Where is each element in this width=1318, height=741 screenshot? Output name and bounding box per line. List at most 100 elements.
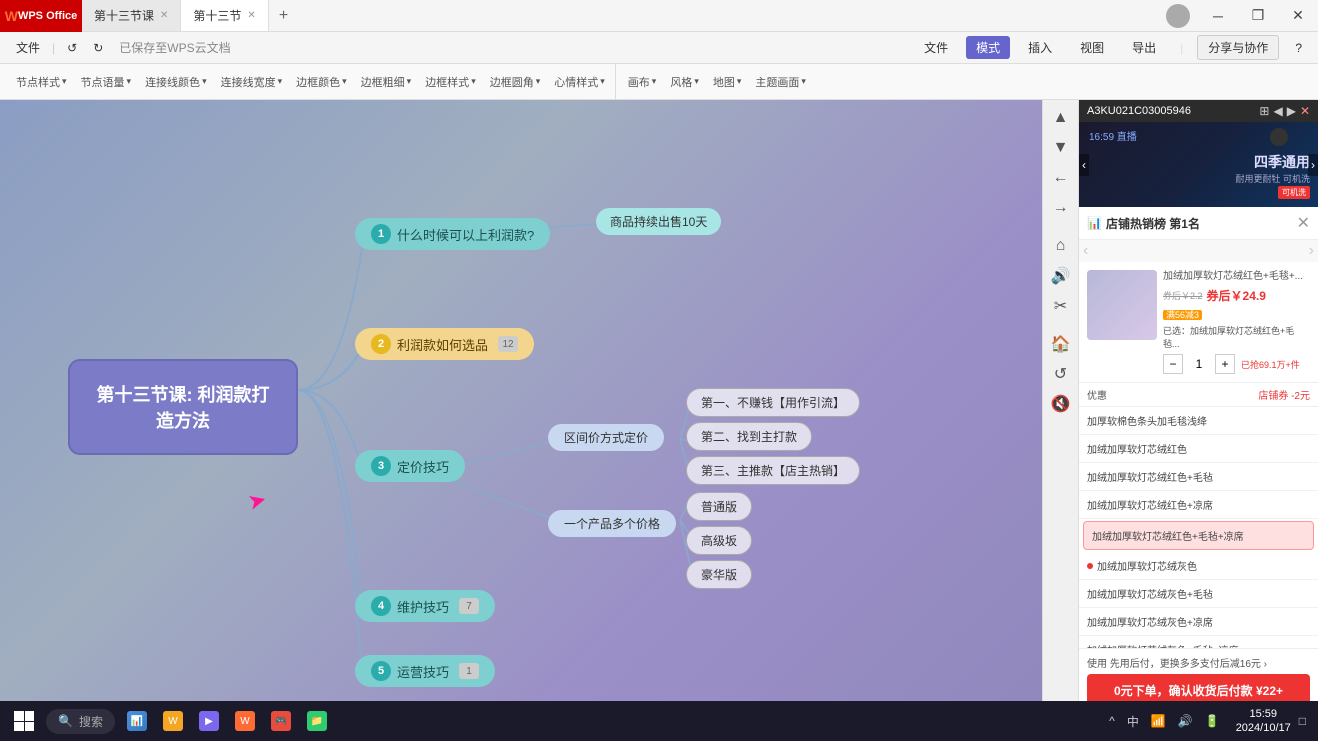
menu-file[interactable]: 文件 — [8, 35, 48, 60]
menu-export[interactable]: 导出 — [1122, 36, 1166, 59]
node-5[interactable]: 5 运营技巧 1 — [355, 655, 495, 687]
option-6[interactable]: 加绒加厚软灯芯绒灰色+毛毡 — [1079, 580, 1318, 608]
panel-header: A3KU021C03005946 ⊞ ◀ ▶ ✕ — [1079, 100, 1318, 122]
qty-increase[interactable]: + — [1215, 354, 1235, 374]
option-8[interactable]: 加绒加厚软灯芯绒灰色+毛毡+凉席 — [1079, 636, 1318, 648]
option-1[interactable]: 加绒加厚软灯芯绒红色 — [1079, 435, 1318, 463]
node-5-badge: 1 — [459, 663, 479, 679]
search-bar[interactable]: 🔍 搜索 — [46, 709, 115, 734]
node-3-sub2[interactable]: 一个产品多个价格 — [548, 510, 676, 537]
taskbar: 🔍 搜索 📊 W ▶ W 🎮 📁 ^ 中 📶 🔊 🔋 15:59 2024/10… — [0, 701, 1318, 741]
toolbar-border-color[interactable]: 边框颜色 — [290, 72, 353, 92]
tray-notification[interactable]: □ — [1295, 714, 1310, 728]
taskbar-icon-3[interactable]: ▶ — [193, 705, 225, 737]
toolbar-border-radius[interactable]: 边框圆角 — [484, 72, 547, 92]
tray-network[interactable]: 📶 — [1147, 714, 1170, 728]
tab-2[interactable]: 第十三节 ✕ — [181, 0, 268, 31]
tab-1-close[interactable]: ✕ — [160, 10, 168, 21]
node-3-sub2-child3[interactable]: 豪华版 — [686, 560, 752, 589]
share-button[interactable]: 分享与协作 — [1197, 35, 1279, 60]
node-3-sub2-child2[interactable]: 高级坂 — [686, 526, 752, 555]
node-3-sub1-child3[interactable]: 第三、主推款【店主热销】 — [686, 456, 860, 485]
tab-1[interactable]: 第十三节课 ✕ — [82, 0, 181, 31]
option-5[interactable]: 加绒加厚软灯芯绒灰色 — [1079, 552, 1318, 580]
sidebar-refresh[interactable]: ↺ — [1047, 360, 1075, 388]
option-7[interactable]: 加绒加厚软灯芯绒灰色+凉席 — [1079, 608, 1318, 636]
node-3-sub1[interactable]: 区间价方式定价 — [548, 424, 664, 451]
sidebar-forward[interactable]: → — [1047, 194, 1075, 222]
panel-close-btn[interactable]: ✕ — [1300, 104, 1310, 118]
menu-view[interactable]: 视图 — [1070, 36, 1114, 59]
node-2[interactable]: 2 利润款如何选品 12 — [355, 328, 534, 360]
option-4[interactable]: 加绒加厚软灯芯绒红色+毛毡+凉席 — [1083, 521, 1314, 550]
sidebar-volume[interactable]: 🔊 — [1047, 262, 1075, 290]
node-3[interactable]: 3 定价技巧 — [355, 450, 465, 482]
toolbar-style[interactable]: 风格 — [664, 72, 705, 92]
help-button[interactable]: ? — [1287, 37, 1310, 59]
menu-mode[interactable]: 模式 — [966, 36, 1010, 59]
sidebar-shopping[interactable]: 🏠 — [1047, 330, 1075, 358]
close-button[interactable]: ✕ — [1278, 0, 1318, 32]
restore-button[interactable]: ❐ — [1238, 0, 1278, 32]
menu-undo[interactable]: ↺ — [59, 37, 85, 59]
toolbar-node-qty[interactable]: 节点语量 — [75, 72, 138, 92]
toolbar-map[interactable]: 地图 — [707, 72, 748, 92]
node-1[interactable]: 1 什么时候可以上利润款? — [355, 218, 550, 250]
menu-bar: 文件 | ↺ ↻ 已保存至WPS云文档 文件 模式 插入 视图 导出 | 分享与… — [0, 32, 1318, 64]
shop-nav-right[interactable]: › — [1309, 242, 1314, 260]
shop-close-btn[interactable]: ✕ — [1297, 213, 1310, 233]
taskbar-icon-4[interactable]: W — [229, 705, 261, 737]
minimize-button[interactable]: ─ — [1198, 0, 1238, 32]
node-3-sub2-child1[interactable]: 普通版 — [686, 492, 752, 521]
toolbar-mood-style[interactable]: 心情样式 — [548, 72, 611, 92]
menu-redo[interactable]: ↻ — [85, 37, 111, 59]
new-tab-button[interactable]: + — [269, 0, 298, 31]
app-logo[interactable]: W WPS Office — [0, 0, 82, 32]
sidebar-scissors[interactable]: ✂ — [1047, 292, 1075, 320]
toolbar-canvas[interactable]: 画布 — [622, 72, 663, 92]
tray-battery[interactable]: 🔋 — [1201, 714, 1224, 728]
central-node[interactable]: 第十三节课: 利润款打造方法 — [68, 359, 298, 455]
system-time: 15:59 2024/10/17 — [1236, 707, 1291, 736]
shop-rank-icon: 📊 — [1087, 216, 1102, 230]
video-nav-left[interactable]: ‹ — [1079, 154, 1089, 176]
sidebar-back[interactable]: ← — [1047, 164, 1075, 192]
option-3[interactable]: 加绒加厚软灯芯绒红色+凉席 — [1079, 491, 1318, 519]
node-4[interactable]: 4 维护技巧 7 — [355, 590, 495, 622]
tab-2-close[interactable]: ✕ — [247, 10, 255, 21]
toolbar-theme[interactable]: 主题画面 — [749, 72, 812, 92]
panel-next-btn[interactable]: ▶ — [1287, 104, 1296, 118]
toolbar-line-width[interactable]: 连接线宽度 — [215, 72, 289, 92]
panel-video[interactable]: 16:59 直播 四季通用 耐用更耐牡 可机洗 可机洗 ‹ › — [1079, 122, 1318, 207]
tray-volume[interactable]: 🔊 — [1174, 714, 1197, 728]
taskbar-icon-2[interactable]: W — [157, 705, 189, 737]
tray-keyboard[interactable]: 中 — [1123, 713, 1143, 730]
taskbar-icon-5[interactable]: 🎮 — [265, 705, 297, 737]
tray-expand[interactable]: ^ — [1105, 714, 1119, 728]
toolbar-border-size[interactable]: 边框粗细 — [355, 72, 418, 92]
price-row: 券后￥2.2 券后￥24.9 — [1163, 287, 1310, 304]
toolbar-node-style[interactable]: 节点样式 — [10, 72, 73, 92]
node-3-sub1-child2[interactable]: 第二、找到主打款 — [686, 422, 812, 451]
menu-insert[interactable]: 插入 — [1018, 36, 1062, 59]
taskbar-icon-1[interactable]: 📊 — [121, 705, 153, 737]
menu-start[interactable]: 文件 — [914, 36, 958, 59]
shop-nav-left[interactable]: ‹ — [1083, 242, 1088, 260]
start-button[interactable] — [8, 705, 40, 737]
qty-decrease[interactable]: − — [1163, 354, 1183, 374]
sidebar-scroll-up[interactable]: ▲ — [1047, 104, 1075, 132]
sidebar-home[interactable]: ⌂ — [1047, 232, 1075, 260]
option-0[interactable]: 加厚软棉色条头加毛毯浅绛 — [1079, 407, 1318, 435]
toolbar-line-color[interactable]: 连接线颜色 — [139, 72, 213, 92]
user-avatar[interactable] — [1166, 4, 1190, 28]
panel-prev-btn[interactable]: ⊞ — [1259, 104, 1269, 118]
sidebar-scroll-down[interactable]: ▼ — [1047, 134, 1075, 162]
sidebar-mute[interactable]: 🔇 — [1047, 390, 1075, 418]
toolbar-border-style[interactable]: 边框样式 — [419, 72, 482, 92]
node-3-sub1-child1[interactable]: 第一、不赚钱【用作引流】 — [686, 388, 860, 417]
panel-prev2-btn[interactable]: ◀ — [1273, 104, 1282, 118]
taskbar-icon-6[interactable]: 📁 — [301, 705, 333, 737]
option-2[interactable]: 加绒加厚软灯芯绒红色+毛毡 — [1079, 463, 1318, 491]
video-nav-right[interactable]: › — [1308, 154, 1318, 176]
node-1-child-1[interactable]: 商品持续出售10天 — [596, 208, 721, 235]
